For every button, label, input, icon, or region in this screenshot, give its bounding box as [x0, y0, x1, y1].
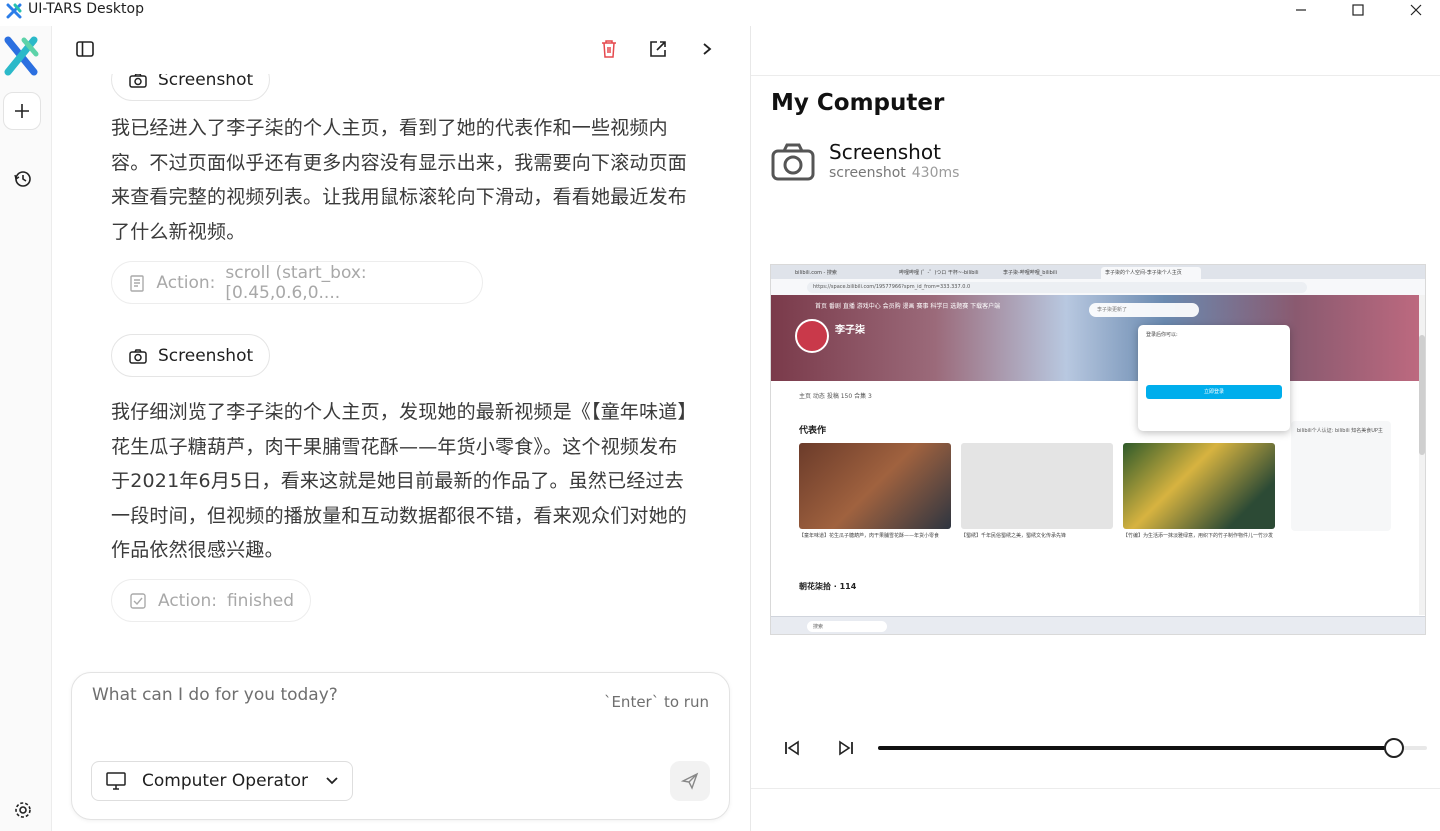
- playback-knob[interactable]: [1384, 738, 1405, 758]
- plus-icon: [15, 104, 29, 118]
- video-caption: 【竹编】为生活添一抹淡雅绿意，用织下的竹子制作物件儿一竹沙发: [1123, 533, 1274, 539]
- close-icon: [1410, 4, 1422, 16]
- section-title: 代表作: [799, 426, 827, 436]
- assistant-message-1: 我已经进入了李子柒的个人主页，看到了她的代表作和一些视频内容。不过页面似乎还有更…: [111, 117, 688, 243]
- skip-forward-button[interactable]: [836, 738, 856, 758]
- profile-sidebar: bilibili个人认证: bilibili 知名美食UP主: [1291, 421, 1391, 531]
- browser-tab: bilibili.com - 搜索: [795, 270, 837, 276]
- scrollbar: [1419, 295, 1425, 615]
- new-chat-button[interactable]: [3, 92, 41, 130]
- app-logo-icon: [6, 3, 22, 19]
- settings-gear-icon[interactable]: [13, 800, 33, 820]
- playback-fill: [878, 746, 1395, 750]
- close-button[interactable]: [1393, 0, 1439, 20]
- screenshot-preview[interactable]: bilibili.com - 搜索 哔哩哔哩 (゜-゜)つロ 干杯~-bilib…: [770, 264, 1426, 635]
- left-rail: [0, 26, 52, 831]
- trash-icon: [602, 40, 616, 58]
- login-popup: 登录后你可以: 立即登录: [1138, 325, 1290, 431]
- action-label: Action:: [156, 272, 216, 293]
- profile-banner: 首页 番剧 直播 游戏中心 会员购 漫画 赛事 科学日 选题赛 下载客户端 李子…: [771, 295, 1425, 381]
- playback-slider[interactable]: [878, 746, 1427, 750]
- external-link-icon: [650, 41, 666, 57]
- prompt-input[interactable]: What can I do for you today?: [92, 685, 338, 705]
- tool-name: Screenshot: [829, 140, 941, 164]
- action-label: Action:: [158, 590, 217, 611]
- taskbar: 搜索: [771, 616, 1425, 634]
- collapse-panel-button[interactable]: [696, 38, 718, 60]
- app-logo-icon: [4, 36, 39, 76]
- profile-tabs: 主页 动态 投稿 150 合集 3: [799, 393, 872, 400]
- divider: [751, 75, 1440, 76]
- skip-forward-icon: [839, 740, 853, 756]
- browser-tab-strip: bilibili.com - 搜索 哔哩哔哩 (゜-゜)つロ 干杯~-bilib…: [771, 265, 1425, 279]
- monitor-icon: [106, 772, 126, 790]
- minimize-icon: [1296, 9, 1306, 11]
- title-bar: UI-TARS Desktop: [0, 0, 1440, 26]
- browser-tab: 李子柒-哔哩哔哩_bilibili: [1003, 270, 1057, 276]
- send-icon: [681, 772, 699, 790]
- chat-panel: Screenshot 我已经进入了李子柒的个人主页，看到了她的代表作和一些视频内…: [52, 26, 749, 831]
- video-thumbnail: [961, 443, 1113, 529]
- site-search: 李子柒更新了: [1089, 303, 1199, 317]
- chevron-right-icon: [703, 43, 712, 55]
- skip-back-icon: [785, 740, 799, 756]
- video-thumbnail: [1123, 443, 1275, 529]
- profile-name: 李子柒: [835, 325, 865, 336]
- share-button[interactable]: [647, 38, 669, 60]
- popup-title: 登录后你可以:: [1146, 332, 1178, 338]
- popup-login-button: 立即登录: [1146, 385, 1282, 399]
- tool-sub-name: screenshot: [829, 165, 906, 181]
- browser-tab: 哔哩哔哩 (゜-゜)つロ 干杯~-bilibili: [899, 270, 979, 276]
- send-button[interactable]: [670, 761, 710, 801]
- video-thumbnail: [799, 443, 951, 529]
- enter-hint: `Enter` to run: [603, 693, 709, 711]
- video-caption: 【蜀绣】千年民俗蜀绣之美，蜀绣文化传承先锋: [961, 533, 1067, 539]
- chat-toolbar: [52, 26, 749, 74]
- screenshot-label: Screenshot: [158, 345, 254, 366]
- action-value: finished: [226, 590, 295, 611]
- avatar: [795, 319, 829, 353]
- address-bar: https://space.bilibili.com/19577966?spm_…: [771, 279, 1425, 295]
- action-finished-pill[interactable]: Action: finished: [111, 579, 312, 622]
- camera-icon: [771, 143, 815, 181]
- history-icon[interactable]: [13, 169, 33, 189]
- browser-tab-active: 李子柒的个人空间-李子柒个人主页: [1101, 267, 1201, 279]
- maximize-button[interactable]: [1335, 0, 1381, 20]
- composer: What can I do for you today? `Enter` to …: [71, 672, 730, 820]
- chevron-down-icon: [326, 777, 338, 785]
- sidebar-icon: [76, 41, 94, 57]
- assistant-message-2: 我仔细浏览了李子柒的个人主页，发现她的最新视频是《【童年味道】花生瓜子糖葫芦，肉…: [111, 401, 688, 561]
- taskbar-search: 搜索: [807, 621, 887, 632]
- section-title-2: 朝花柒拾 · 114: [799, 582, 857, 591]
- checkbox-icon: [128, 591, 148, 611]
- panel-title: My Computer: [771, 90, 945, 116]
- camera-icon: [128, 346, 148, 366]
- profile-content: 主页 动态 投稿 150 合集 3 代表作 【童年味道】花生瓜子糖葫芦，肉干果脯…: [771, 381, 1425, 621]
- operator-select[interactable]: Computer Operator: [91, 761, 353, 801]
- delete-button[interactable]: [598, 38, 620, 60]
- video-caption: 【童年味道】花生瓜子糖葫芦，肉干果脯雪花酥——年货小零食: [799, 533, 940, 539]
- window-title: UI-TARS Desktop: [28, 1, 144, 17]
- tool-duration: 430ms: [911, 165, 960, 181]
- action-value: scroll (start_box: [0.45,0.6,0....: [225, 262, 367, 303]
- tool-subtitle: screenshot 430ms: [829, 165, 959, 181]
- action-scroll-pill[interactable]: Action: scroll (start_box: [0.45,0.6,0..…: [111, 261, 483, 304]
- computer-panel: My Computer Screenshot screenshot 430ms b…: [750, 26, 1440, 831]
- maximize-icon: [1352, 4, 1364, 16]
- divider: [751, 788, 1440, 789]
- action-icon: [128, 273, 146, 293]
- screenshot-pill[interactable]: Screenshot: [111, 334, 271, 377]
- playback-controls: [751, 730, 1440, 766]
- toggle-sidebar-button[interactable]: [74, 38, 96, 60]
- skip-back-button[interactable]: [782, 738, 802, 758]
- minimize-button[interactable]: [1278, 0, 1324, 20]
- operator-label: Computer Operator: [142, 771, 309, 791]
- site-nav: 首页 番剧 直播 游戏中心 会员购 漫画 赛事 科学日 选题赛 下载客户端: [815, 303, 1001, 310]
- url-field: https://space.bilibili.com/19577966?spm_…: [807, 282, 1307, 293]
